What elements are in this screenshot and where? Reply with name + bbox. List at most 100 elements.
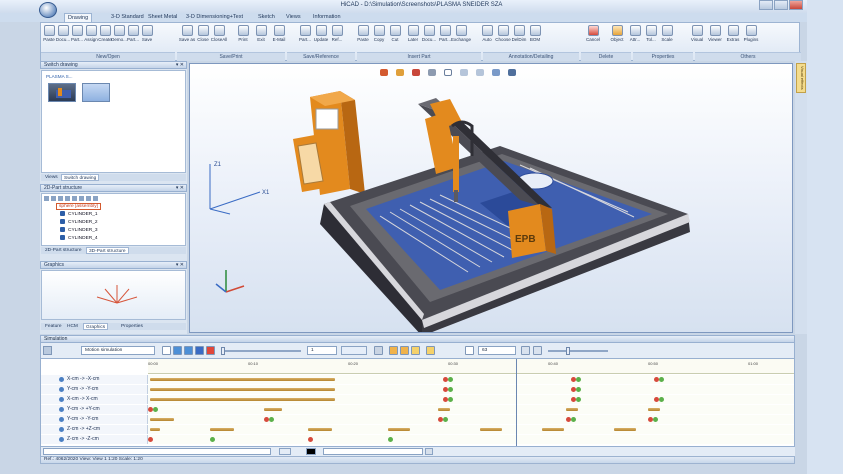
sim-play-back-button[interactable]: [173, 346, 182, 355]
tree-item[interactable]: CYLINDER_3: [60, 227, 98, 235]
tab-views-panel[interactable]: Views: [43, 174, 60, 181]
track-row[interactable]: Y-cm -> -Y-cm: [41, 385, 794, 394]
drawing-thumbnail-2[interactable]: [82, 83, 110, 102]
tree-item[interactable]: CYLINDER_4: [60, 235, 98, 243]
sim-step-button[interactable]: [195, 346, 204, 355]
motion-bar[interactable]: [308, 428, 332, 431]
track-lane[interactable]: [148, 415, 794, 424]
style-field[interactable]: [323, 448, 423, 455]
ribbon-button[interactable]: CloseAll: [211, 25, 227, 42]
motion-bar[interactable]: [648, 408, 660, 411]
keyframe-stop[interactable]: [148, 437, 153, 442]
tree-item[interactable]: CYLINDER_2: [60, 219, 98, 227]
keyframe-start[interactable]: [210, 437, 215, 442]
sim-record-icon[interactable]: [389, 346, 398, 355]
step-value-field[interactable]: 1: [307, 346, 337, 355]
sim-play-button[interactable]: [184, 346, 193, 355]
track-lane[interactable]: [148, 375, 794, 384]
tree-item-assembly[interactable]: sphere [assembly]: [56, 203, 101, 210]
motion-bar[interactable]: [150, 418, 174, 421]
tab-3d-standard[interactable]: 3-D Standard: [108, 13, 147, 22]
sim-settings-icon[interactable]: [374, 346, 383, 355]
slider-knob[interactable]: [221, 347, 225, 355]
settings-icon[interactable]: [425, 448, 433, 455]
motion-bar[interactable]: [480, 428, 502, 431]
ribbon-button[interactable]: Exit: [255, 25, 268, 42]
direction-select[interactable]: [341, 346, 367, 355]
tree-tool-icon[interactable]: [72, 196, 77, 201]
sim-folder-icon[interactable]: [426, 346, 435, 355]
sim-zoom-out-icon[interactable]: [533, 346, 542, 355]
track-row[interactable]: Y-cm -> -Y-cm: [41, 415, 794, 424]
tab-graphics[interactable]: Graphics: [83, 323, 109, 330]
keyframe-start[interactable]: [571, 417, 576, 422]
sim-record-next-icon[interactable]: [400, 346, 409, 355]
sim-list-icon[interactable]: [465, 346, 474, 355]
sim-zoom-in-icon[interactable]: [521, 346, 530, 355]
keyframe-start[interactable]: [448, 397, 453, 402]
layer-icon[interactable]: [279, 448, 291, 455]
ribbon-button[interactable]: Ref...: [331, 25, 344, 42]
tab-views[interactable]: Views: [283, 13, 304, 22]
simulation-mode-select[interactable]: Motion simulation: [81, 346, 155, 355]
tree-item[interactable]: CYLINDER_1: [60, 211, 98, 219]
keyframe-start[interactable]: [269, 417, 274, 422]
motion-bar[interactable]: [150, 398, 335, 401]
track-row[interactable]: X-cm -> -X-cm: [41, 375, 794, 384]
tab-3d-part-structure[interactable]: 3D-Part structure: [86, 247, 129, 254]
motion-bar[interactable]: [542, 428, 564, 431]
ribbon-button[interactable]: Extras: [727, 25, 740, 42]
keyframe-start[interactable]: [653, 417, 658, 422]
ribbon-button[interactable]: Viewer: [708, 25, 722, 42]
slider-knob[interactable]: [566, 347, 570, 355]
close-window-button[interactable]: [789, 0, 803, 10]
track-row[interactable]: Z-cm -> -Z-cm: [41, 435, 794, 444]
tab-hcm[interactable]: HCM: [65, 323, 80, 330]
ribbon-button[interactable]: Cut: [389, 25, 402, 42]
tree-tool-icon[interactable]: [58, 196, 63, 201]
ribbon-button[interactable]: Object: [610, 25, 624, 42]
track-row[interactable]: Y-cm -> +Y-cm: [41, 405, 794, 414]
keyframe-start[interactable]: [576, 377, 581, 382]
motion-bar[interactable]: [614, 428, 636, 431]
tree-tool-icon[interactable]: [51, 196, 56, 201]
ribbon-button[interactable]: Save: [141, 25, 154, 42]
color-swatch[interactable]: [306, 448, 316, 455]
tree-tool-icon[interactable]: [44, 196, 49, 201]
keyframe-start[interactable]: [576, 387, 581, 392]
track-lane[interactable]: [148, 405, 794, 414]
track-row[interactable]: X-cm -> X-cm: [41, 395, 794, 404]
tab-2d-part-structure[interactable]: 2D-Part structure: [43, 247, 84, 254]
keyframe-start[interactable]: [659, 377, 664, 382]
panel-pin-icon[interactable]: ▾ ✕: [176, 185, 184, 191]
tab-drawing[interactable]: Drawing: [64, 13, 93, 22]
panel-pin-icon[interactable]: ▾ ✕: [176, 62, 184, 68]
motion-bar[interactable]: [150, 378, 335, 381]
keyframe-start[interactable]: [443, 417, 448, 422]
ribbon-button[interactable]: Cancel: [586, 25, 600, 42]
tab-switch-drawing[interactable]: Switch drawing: [61, 174, 100, 181]
motion-bar[interactable]: [438, 408, 450, 411]
tab-feature[interactable]: Feature: [43, 323, 64, 330]
track-lane[interactable]: [148, 385, 794, 394]
motion-bar[interactable]: [388, 428, 410, 431]
visual-effects-tab[interactable]: Visual effects: [796, 63, 806, 93]
motion-bar[interactable]: [150, 428, 160, 431]
timeline-playhead[interactable]: [516, 359, 517, 446]
keyframe-start[interactable]: [576, 397, 581, 402]
sim-stop-button[interactable]: [206, 346, 215, 355]
drawing-thumbnail-1[interactable]: [48, 83, 76, 102]
tree-tool-icon[interactable]: [93, 196, 98, 201]
sim-edit-icon[interactable]: [411, 346, 420, 355]
ribbon-button[interactable]: Plugins: [744, 25, 758, 42]
3d-viewport[interactable]: EPB Z1 X1: [189, 63, 793, 333]
ribbon-button[interactable]: Visual: [691, 25, 704, 42]
maximize-button[interactable]: [774, 0, 788, 10]
ribbon-button[interactable]: E-Mail: [273, 25, 286, 42]
keyframe-start[interactable]: [659, 397, 664, 402]
ribbon-button[interactable]: BOM: [529, 25, 542, 42]
minimize-button[interactable]: [759, 0, 773, 10]
speed-value-field[interactable]: 63: [478, 346, 516, 355]
keyframe-start[interactable]: [388, 437, 393, 442]
track-lane[interactable]: [148, 425, 794, 434]
